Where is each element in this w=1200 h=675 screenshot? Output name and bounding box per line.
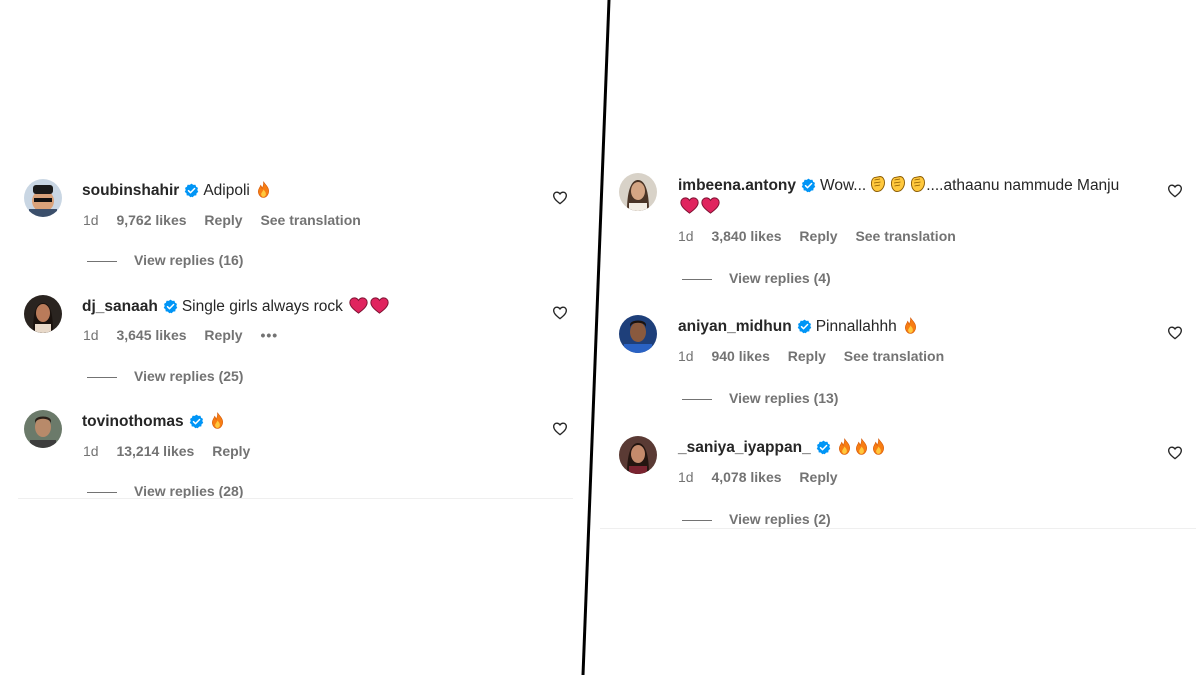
timestamp: 1d xyxy=(83,212,99,228)
timestamp: 1d xyxy=(678,469,694,485)
fire-emoji-icon xyxy=(854,438,869,455)
like-heart-icon[interactable] xyxy=(1167,445,1183,461)
red-heart-emoji-icon xyxy=(349,297,368,314)
view-replies-label: View replies (16) xyxy=(134,252,244,268)
username[interactable]: aniyan_midhun xyxy=(678,318,792,335)
clap-emoji-icon xyxy=(888,175,906,193)
view-replies-button[interactable]: View replies (4) xyxy=(682,269,831,287)
see-translation-link[interactable]: See translation xyxy=(855,228,955,244)
verified-badge-icon xyxy=(189,414,204,429)
view-replies-button[interactable]: View replies (2) xyxy=(682,510,831,528)
verified-badge-icon xyxy=(816,440,831,455)
verified-badge-icon xyxy=(801,178,816,193)
fire-emoji-icon xyxy=(256,181,271,198)
fire-emoji-icon xyxy=(903,317,918,334)
replies-dash xyxy=(87,376,117,378)
avatar[interactable] xyxy=(619,173,657,211)
likes-count[interactable]: 940 likes xyxy=(711,348,769,364)
replies-dash xyxy=(87,491,117,493)
like-heart-icon[interactable] xyxy=(1167,183,1183,199)
comment-text: Single girls always rock xyxy=(181,298,343,315)
section-divider xyxy=(18,498,573,499)
verified-badge-icon xyxy=(797,319,812,334)
like-heart-icon[interactable] xyxy=(552,421,568,437)
right-comments-panel: imbeena.antony Wow... ....athaanu nammude … xyxy=(596,0,1200,675)
reply-button[interactable]: Reply xyxy=(788,348,826,364)
username[interactable]: _saniya_iyappan_ xyxy=(678,439,811,456)
view-replies-label: View replies (28) xyxy=(134,483,244,499)
like-heart-icon[interactable] xyxy=(552,305,568,321)
see-translation-link[interactable]: See translation xyxy=(260,212,360,228)
comment-text-start: Wow... xyxy=(820,177,867,194)
timestamp: 1d xyxy=(678,348,694,364)
username[interactable]: dj_sanaah xyxy=(82,298,158,315)
red-heart-emoji-icon xyxy=(370,297,389,314)
view-replies-button[interactable]: View replies (25) xyxy=(87,367,243,385)
section-divider xyxy=(600,528,1196,529)
verified-badge-icon xyxy=(184,183,199,198)
reply-button[interactable]: Reply xyxy=(212,443,250,459)
reply-button[interactable]: Reply xyxy=(204,327,242,343)
clap-emoji-icon xyxy=(908,175,926,193)
view-replies-label: View replies (4) xyxy=(729,270,831,286)
reply-button[interactable]: Reply xyxy=(799,469,837,485)
username[interactable]: tovinothomas xyxy=(82,413,184,430)
timestamp: 1d xyxy=(83,443,99,459)
username[interactable]: soubinshahir xyxy=(82,182,179,199)
avatar[interactable] xyxy=(24,410,62,448)
comment-text: Adipoli xyxy=(203,182,250,199)
reply-button[interactable]: Reply xyxy=(204,212,242,228)
likes-count[interactable]: 3,840 likes xyxy=(711,228,781,244)
avatar[interactable] xyxy=(619,315,657,353)
like-heart-icon[interactable] xyxy=(1167,325,1183,341)
likes-count[interactable]: 3,645 likes xyxy=(116,327,186,343)
reply-button[interactable]: Reply xyxy=(799,228,837,244)
username[interactable]: imbeena.antony xyxy=(678,177,796,194)
fire-emoji-icon xyxy=(837,438,852,455)
timestamp: 1d xyxy=(678,228,694,244)
like-heart-icon[interactable] xyxy=(552,190,568,206)
replies-dash xyxy=(682,519,712,521)
fire-emoji-icon xyxy=(210,412,225,429)
more-options-button[interactable]: ••• xyxy=(260,327,278,343)
likes-count[interactable]: 9,762 likes xyxy=(116,212,186,228)
replies-dash xyxy=(682,278,712,280)
comment-text-end: ....athaanu nammude Manju xyxy=(926,177,1120,194)
replies-dash xyxy=(87,260,117,262)
view-replies-label: View replies (2) xyxy=(729,511,831,527)
view-replies-label: View replies (13) xyxy=(729,390,839,406)
view-replies-label: View replies (25) xyxy=(134,368,244,384)
likes-count[interactable]: 13,214 likes xyxy=(116,443,194,459)
likes-count[interactable]: 4,078 likes xyxy=(711,469,781,485)
verified-badge-icon xyxy=(163,299,178,314)
clap-emoji-icon xyxy=(868,175,886,193)
left-comments-panel: soubinshahir Adipoli 1d 9,762 likes Reply… xyxy=(0,0,590,675)
avatar[interactable] xyxy=(619,436,657,474)
replies-dash xyxy=(682,398,712,400)
comment-text: Pinnallahhh xyxy=(815,318,897,335)
red-heart-emoji-icon xyxy=(680,197,699,214)
fire-emoji-icon xyxy=(871,438,886,455)
view-replies-button[interactable]: View replies (16) xyxy=(87,251,243,269)
view-replies-button[interactable]: View replies (13) xyxy=(682,389,838,407)
avatar[interactable] xyxy=(24,179,62,217)
avatar[interactable] xyxy=(24,295,62,333)
see-translation-link[interactable]: See translation xyxy=(844,348,944,364)
red-heart-emoji-icon xyxy=(701,197,720,214)
timestamp: 1d xyxy=(83,327,99,343)
